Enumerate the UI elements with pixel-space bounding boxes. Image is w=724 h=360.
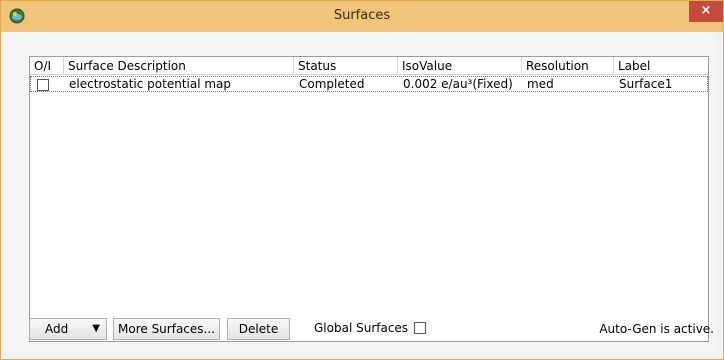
content-area: O/I Surface Description Status IsoValue … [8,32,716,353]
column-header-status[interactable]: Status [294,57,398,75]
more-surfaces-button[interactable]: More Surfaces... [113,318,220,340]
row-isovalue: 0.002 e/au³(Fixed) [403,77,513,91]
bottom-toolbar: Add ▼ More Surfaces... Delete Global Sur… [8,318,716,348]
row-visibility-checkbox[interactable] [37,79,49,91]
delete-button[interactable]: Delete [227,318,290,340]
column-header-oi[interactable]: O/I [30,57,64,75]
dropdown-arrow-icon[interactable]: ▼ [92,319,100,339]
add-button-label: Add [45,322,69,336]
global-surfaces-checkbox[interactable] [414,322,426,334]
add-button[interactable]: Add ▼ [29,318,107,340]
column-header-description[interactable]: Surface Description [64,57,294,75]
table-row[interactable]: electrostatic potential map Completed 0.… [30,76,708,92]
window-title: Surfaces [333,8,391,23]
title-bar[interactable]: Surfaces × [1,1,723,32]
row-resolution: med [527,77,554,91]
row-description: electrostatic potential map [69,77,232,91]
column-header-isovalue[interactable]: IsoValue [398,57,522,75]
column-header-label[interactable]: Label [614,57,710,75]
table-header: O/I Surface Description Status IsoValue … [30,57,708,75]
row-status: Completed [299,77,365,91]
surfaces-table: O/I Surface Description Status IsoValue … [29,56,709,342]
global-surfaces-label: Global Surfaces [314,321,409,335]
close-button[interactable]: × [689,1,723,22]
surfaces-window: Surfaces × O/I Surface Description Statu… [0,0,724,360]
auto-gen-status: Auto-Gen is active. [599,322,714,336]
column-header-resolution[interactable]: Resolution [522,57,614,75]
row-label: Surface1 [619,77,673,91]
